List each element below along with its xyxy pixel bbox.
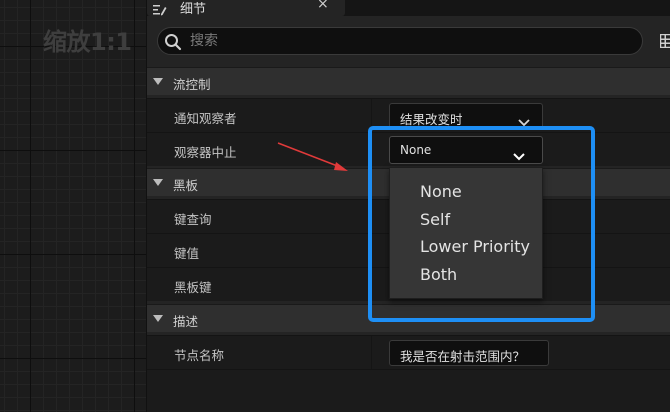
highlight-annotation-box — [368, 126, 595, 322]
screen: 缩放1:1 细节 × 搜索 流控制 通知观察者 结果改变时 观察器中止 None… — [0, 0, 670, 412]
property-row-node-name: 节点名称 我是否在射击范围内？ — [147, 335, 670, 369]
tab-details[interactable]: 细节 × — [147, 0, 345, 17]
view-options-icon[interactable] — [659, 33, 670, 49]
property-label: 通知观察者 — [174, 111, 237, 126]
graph-canvas[interactable]: 缩放1:1 — [0, 0, 146, 412]
node-name-value: 我是否在射击范围内？ — [400, 349, 526, 364]
property-label: 键值 — [174, 246, 200, 261]
search-input[interactable] — [190, 31, 630, 51]
property-label: 观察器中止 — [174, 145, 237, 160]
panel-empty-area — [147, 369, 670, 412]
category-flow-control[interactable]: 流控制 — [147, 67, 670, 95]
node-name-field[interactable]: 我是否在射击范围内？ — [389, 340, 549, 366]
category-label: 流控制 — [173, 77, 211, 92]
search-icon — [164, 33, 182, 51]
search-bar — [157, 27, 643, 55]
chevron-down-icon — [518, 112, 530, 127]
details-tab-icon — [153, 1, 167, 16]
tab-title: 细节 — [180, 2, 207, 17]
expand-arrow-icon — [153, 179, 163, 186]
expand-arrow-icon — [153, 315, 163, 322]
property-label: 节点名称 — [174, 348, 225, 363]
annotation-arrow-icon — [277, 142, 348, 171]
graph-zoom-label: 缩放1:1 — [43, 28, 132, 56]
category-label: 黑板 — [173, 178, 199, 193]
property-label: 键查询 — [174, 212, 212, 227]
column-divider — [371, 336, 372, 369]
property-label: 黑板键 — [174, 280, 212, 295]
category-label: 描述 — [173, 314, 199, 329]
panel-tab-bar: 细节 × — [147, 0, 670, 17]
close-icon[interactable]: × — [317, 0, 329, 12]
expand-arrow-icon — [153, 78, 163, 85]
